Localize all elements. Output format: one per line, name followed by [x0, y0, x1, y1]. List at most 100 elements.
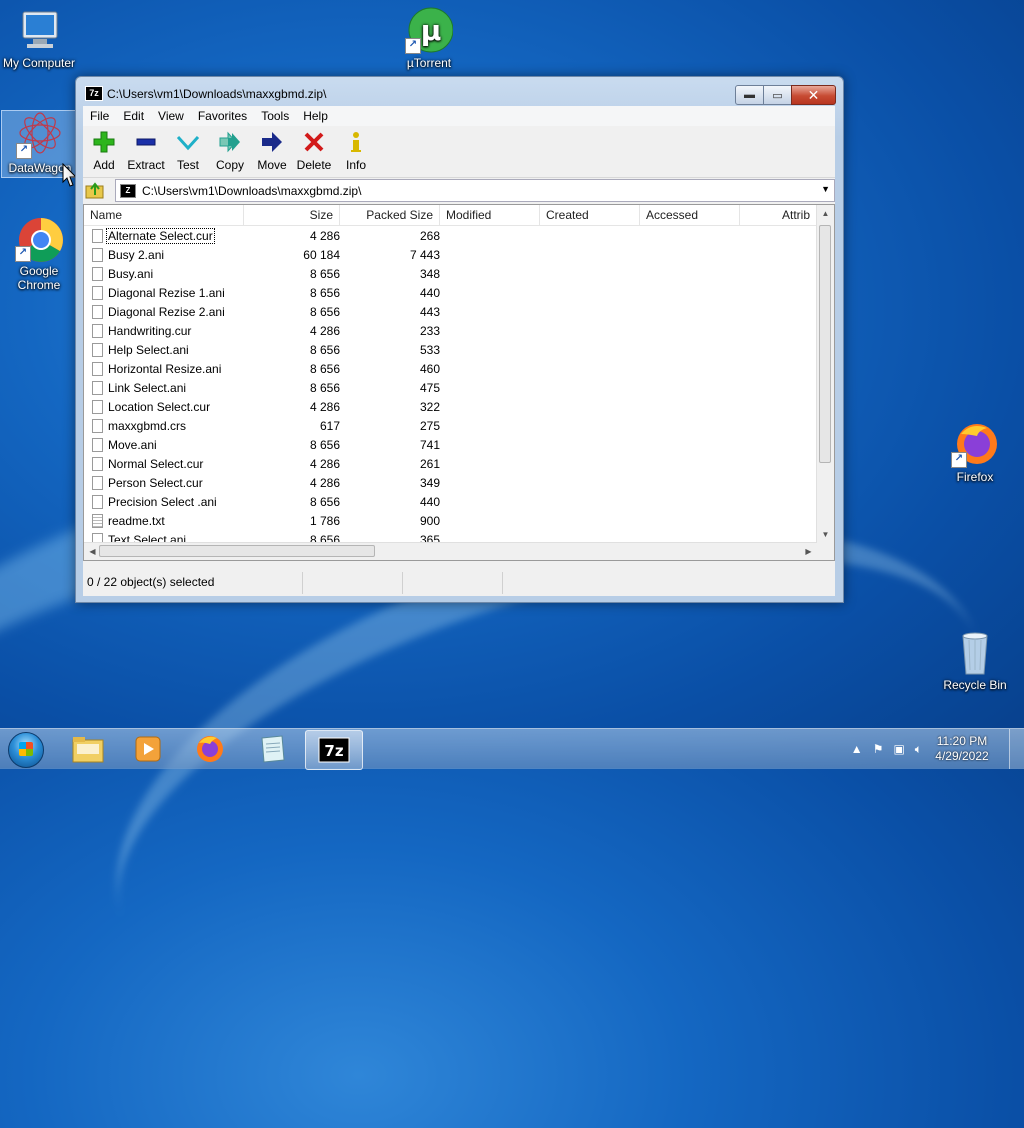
table-row[interactable]: Handwriting.cur 4 286 233 — [84, 321, 817, 340]
cell-name: readme.txt — [84, 513, 244, 528]
table-row[interactable]: Location Select.cur 4 286 322 — [84, 397, 817, 416]
add-button[interactable]: Add — [83, 126, 125, 178]
table-row[interactable]: Normal Select.cur 4 286 261 — [84, 454, 817, 473]
table-row[interactable]: maxxgbmd.crs 617 275 — [84, 416, 817, 435]
cell-packed-size: 443 — [419, 304, 440, 319]
table-row[interactable]: Diagonal Rezise 2.ani 8 656 443 — [84, 302, 817, 321]
scroll-down-icon[interactable]: ▼ — [817, 526, 834, 543]
toolbar: Add Extract Test Copy Move Delete Info — [83, 126, 835, 178]
taskbar-7zip[interactable]: 7z — [305, 730, 363, 770]
test-button[interactable]: Test — [167, 126, 209, 178]
scroll-up-icon[interactable]: ▲ — [817, 205, 834, 222]
delete-label: Delete — [296, 158, 332, 172]
title-bar[interactable]: 7z C:\Users\vm1\Downloads\maxxgbmd.zip\ … — [76, 77, 843, 107]
menu-view[interactable]: View — [151, 109, 191, 123]
table-row[interactable]: Link Select.ani 8 656 475 — [84, 378, 817, 397]
menu-favorites[interactable]: Favorites — [191, 109, 254, 123]
file-icon — [92, 494, 103, 509]
delete-button[interactable]: Delete — [293, 126, 335, 178]
cell-name: Busy 2.ani — [84, 247, 244, 262]
column-created[interactable]: Created — [540, 205, 640, 225]
scroll-right-icon[interactable]: ▶ — [800, 543, 817, 560]
volume-icon[interactable]: 🔈︎ — [915, 742, 922, 757]
desktop-icon-firefox[interactable]: ↗ Firefox — [937, 420, 1013, 484]
column-packed-size[interactable]: Packed Size — [340, 205, 440, 225]
cell-size: 60 184 — [303, 247, 340, 262]
vertical-scrollbar[interactable]: ▲ ▼ — [816, 205, 834, 543]
desktop-icon-utorrent[interactable]: µ ↗ µTorrent — [391, 6, 467, 70]
7zip-app-icon[interactable]: 7z — [85, 86, 103, 101]
file-name: Person Select.cur — [108, 475, 203, 490]
chevron-down-icon[interactable]: ▼ — [821, 184, 830, 194]
cell-name: Help Select.ani — [84, 342, 244, 357]
taskbar-explorer[interactable] — [60, 730, 116, 768]
cell-name: Diagonal Rezise 1.ani — [84, 285, 244, 300]
up-folder-button[interactable] — [83, 179, 107, 201]
file-name: Link Select.ani — [108, 380, 187, 395]
svg-text:µ: µ — [421, 14, 442, 47]
vertical-scroll-thumb[interactable] — [819, 225, 831, 463]
show-desktop-button[interactable] — [1009, 729, 1024, 769]
cell-size: 8 656 — [309, 380, 340, 395]
cell-size: 4 286 — [309, 399, 340, 414]
column-accessed[interactable]: Accessed — [640, 205, 740, 225]
column-attrib[interactable]: Attrib — [740, 205, 817, 225]
copy-button[interactable]: Copy — [209, 126, 251, 178]
extract-label: Extract — [127, 158, 165, 172]
cell-size: 4 286 — [309, 228, 340, 243]
show-hidden-icons-icon[interactable]: ▲ — [851, 742, 863, 756]
move-button[interactable]: Move — [251, 126, 293, 178]
info-icon — [344, 130, 368, 154]
notepad-icon — [261, 735, 285, 763]
horizontal-scroll-thumb[interactable] — [99, 545, 375, 557]
table-row[interactable]: Horizontal Resize.ani 8 656 460 — [84, 359, 817, 378]
maximize-button[interactable]: ▭ — [763, 85, 792, 105]
clock[interactable]: 11:20 PM 4/29/2022 — [927, 734, 997, 764]
table-row[interactable]: Diagonal Rezise 1.ani 8 656 440 — [84, 283, 817, 302]
menu-tools[interactable]: Tools — [254, 109, 296, 123]
desktop-icon-my-computer[interactable]: My Computer — [1, 6, 77, 70]
menu-edit[interactable]: Edit — [116, 109, 151, 123]
file-icon — [92, 342, 103, 357]
close-button[interactable]: ✕ — [791, 85, 836, 105]
taskbar-firefox[interactable] — [182, 730, 238, 768]
file-icon — [92, 513, 103, 528]
start-button[interactable] — [6, 731, 46, 769]
table-row[interactable]: Alternate Select.cur 4 286 268 — [84, 226, 817, 245]
cell-packed-size: 322 — [419, 399, 440, 414]
cell-packed-size: 349 — [419, 475, 440, 490]
desktop-icon-recycle-bin[interactable]: Recycle Bin — [937, 628, 1013, 692]
file-icon — [92, 304, 103, 319]
table-row[interactable]: Busy 2.ani 60 184 7 443 — [84, 245, 817, 264]
plus-icon — [92, 130, 116, 154]
horizontal-scrollbar[interactable]: ◀ ▶ — [84, 542, 817, 560]
cell-packed-size: 741 — [419, 437, 440, 452]
file-icon — [92, 380, 103, 395]
table-row[interactable]: Help Select.ani 8 656 533 — [84, 340, 817, 359]
column-modified[interactable]: Modified — [440, 205, 540, 225]
cell-size: 1 786 — [309, 513, 340, 528]
table-row[interactable]: Precision Select .ani 8 656 440 — [84, 492, 817, 511]
taskbar-notepad[interactable] — [244, 730, 300, 768]
extract-button[interactable]: Extract — [125, 126, 167, 178]
table-row[interactable]: readme.txt 1 786 900 — [84, 511, 817, 530]
shortcut-arrow-icon: ↗ — [405, 38, 421, 54]
table-row[interactable]: Person Select.cur 4 286 349 — [84, 473, 817, 492]
column-name[interactable]: Name — [84, 205, 244, 225]
address-field[interactable]: Z C:\Users\vm1\Downloads\maxxgbmd.zip\ ▼ — [115, 179, 835, 202]
action-center-icon[interactable]: ⚑ — [873, 742, 884, 756]
desktop-icon-google-chrome[interactable]: ↗ Google Chrome — [1, 214, 77, 292]
menu-help[interactable]: Help — [296, 109, 335, 123]
table-row[interactable]: Move.ani 8 656 741 — [84, 435, 817, 454]
taskbar-media-player[interactable] — [120, 730, 176, 768]
network-icon[interactable]: ▣ — [893, 742, 904, 756]
column-size[interactable]: Size — [244, 205, 340, 225]
file-icon — [92, 285, 103, 300]
table-row[interactable]: Busy.ani 8 656 348 — [84, 264, 817, 283]
firefox-icon — [197, 736, 223, 762]
cell-packed-size: 275 — [419, 418, 440, 433]
info-button[interactable]: Info — [335, 126, 377, 178]
minimize-button[interactable]: ▬ — [735, 85, 764, 105]
test-label: Test — [176, 158, 199, 172]
menu-file[interactable]: File — [83, 109, 116, 123]
